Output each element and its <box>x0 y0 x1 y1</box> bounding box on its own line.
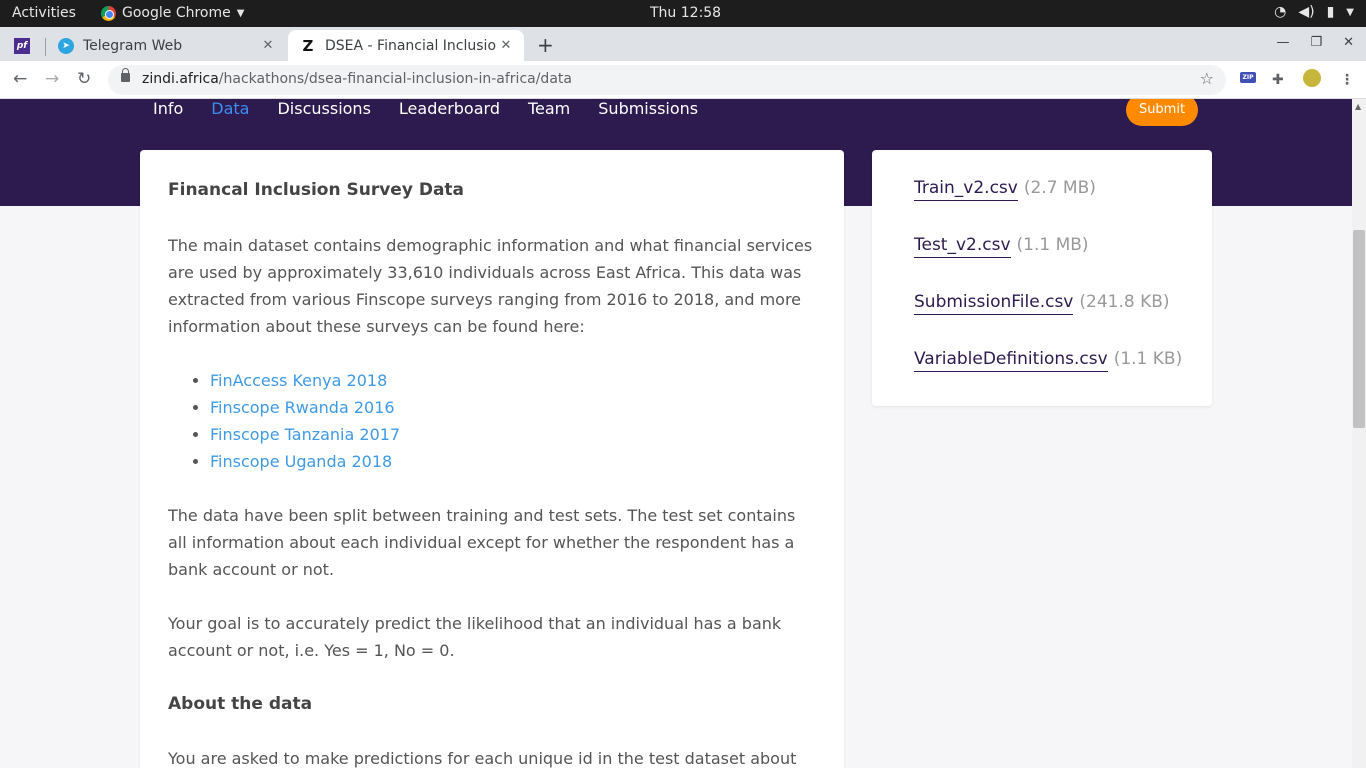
system-top-bar: Activities Google Chrome ▼ Thu 12:58 ◔ ◀… <box>0 0 1366 27</box>
lock-icon[interactable] <box>121 68 130 82</box>
file-size: (1.1 KB) <box>1113 349 1183 369</box>
address-bar[interactable]: zindi.africa/hackathons/dsea-financial-i… <box>108 65 1226 95</box>
back-icon[interactable]: ← <box>13 69 27 89</box>
tab-leaderboard[interactable]: Leaderboard <box>399 99 500 118</box>
url-text[interactable]: zindi.africa/hackathons/dsea-financial-i… <box>142 71 572 87</box>
survey-link[interactable]: Finscope Rwanda 2016 <box>210 398 395 417</box>
tab-title: DSEA - Financial Inclusion <box>325 37 496 54</box>
tab-pinned[interactable]: pf <box>14 30 42 61</box>
file-download-link[interactable]: VariableDefinitions.csv <box>914 349 1108 372</box>
forward-icon[interactable]: → <box>45 69 59 89</box>
file-row: SubmissionFile.csv (241.8 KB) <box>914 292 1170 349</box>
extensions-puzzle-icon[interactable]: ✚ <box>1272 72 1284 88</box>
close-window-icon[interactable]: ✕ <box>1343 35 1354 50</box>
tab-title: Telegram Web <box>83 37 183 54</box>
tab-dsea[interactable]: Z DSEA - Financial Inclusion ✕ <box>288 30 524 61</box>
file-row: VariableDefinitions.csv (1.1 KB) <box>914 349 1182 406</box>
close-icon[interactable]: ✕ <box>258 38 278 53</box>
tab-info[interactable]: Info <box>153 99 183 118</box>
list-item: Finscope Tanzania 2017 <box>210 421 816 448</box>
volume-icon: ◀) <box>1298 4 1315 20</box>
paragraph: Your goal is to accurately predict the l… <box>168 614 782 660</box>
paragraph: The main dataset contains demographic in… <box>168 236 813 336</box>
app-name: Google Chrome <box>122 5 231 21</box>
bookmark-star-icon[interactable]: ☆ <box>1200 69 1214 88</box>
tab-telegram[interactable]: ➤ Telegram Web ✕ <box>46 30 286 61</box>
chevron-down-icon: ▼ <box>236 7 245 19</box>
survey-links-list: FinAccess Kenya 2018 Finscope Rwanda 201… <box>210 367 816 475</box>
file-row: Train_v2.csv (2.7 MB) <box>914 178 1170 235</box>
list-item: Finscope Uganda 2018 <box>210 448 816 475</box>
file-size: (241.8 KB) <box>1079 292 1170 312</box>
new-tab-button[interactable]: + <box>537 33 554 57</box>
window-controls: — ❐ ✕ <box>1276 35 1354 50</box>
pf-icon: pf <box>14 37 30 54</box>
tab-data[interactable]: Data <box>211 99 249 118</box>
wifi-icon: ◔ <box>1274 4 1287 20</box>
restore-icon[interactable]: ❐ <box>1310 35 1322 50</box>
data-description-card: Financal Inclusion Survey Data The main … <box>140 150 844 768</box>
reload-icon[interactable]: ↻ <box>77 69 91 89</box>
tab-team[interactable]: Team <box>528 99 570 118</box>
file-size: (1.1 MB) <box>1016 235 1089 255</box>
browser-toolbar: ← → ↻ zindi.africa/hackathons/dsea-finan… <box>0 61 1366 99</box>
menu-kebab-icon[interactable]: ⋮ <box>1340 72 1354 88</box>
minimize-icon[interactable]: — <box>1276 35 1289 50</box>
file-size: (2.7 MB) <box>1023 178 1096 198</box>
about-heading: About the data <box>168 694 313 714</box>
chevron-down-icon: ▼ <box>1346 6 1354 18</box>
avatar[interactable] <box>1303 69 1321 87</box>
tab-submissions[interactable]: Submissions <box>598 99 698 118</box>
web-page: Info Data Discussions Leaderboard Team S… <box>0 99 1352 768</box>
list-item: FinAccess Kenya 2018 <box>210 367 816 394</box>
paragraph: The data have been split between trainin… <box>168 506 796 579</box>
scroll-up-icon[interactable]: ▲ <box>1355 102 1361 111</box>
survey-link[interactable]: Finscope Tanzania 2017 <box>210 425 400 444</box>
tab-strip: pf ➤ Telegram Web ✕ Z DSEA - Financial I… <box>0 27 1366 61</box>
system-tray[interactable]: ◔ ◀) ▮ ▼ <box>1274 4 1354 20</box>
tab-discussions[interactable]: Discussions <box>277 99 370 118</box>
paragraph: You are asked to make predictions for ea… <box>168 749 797 768</box>
file-download-link[interactable]: Train_v2.csv <box>914 178 1018 201</box>
survey-link[interactable]: FinAccess Kenya 2018 <box>210 371 387 390</box>
file-row: Test_v2.csv (1.1 MB) <box>914 235 1170 292</box>
zindi-icon: Z <box>302 36 314 55</box>
section-title: Financal Inclusion Survey Data <box>168 180 465 200</box>
activities-button[interactable]: Activities <box>12 5 76 21</box>
list-item: Finscope Rwanda 2016 <box>210 394 816 421</box>
telegram-icon: ➤ <box>58 37 74 54</box>
clock[interactable]: Thu 12:58 <box>650 5 721 21</box>
battery-icon: ▮ <box>1326 4 1335 20</box>
app-menu[interactable]: Google Chrome ▼ <box>101 5 244 21</box>
chrome-icon <box>101 5 116 21</box>
survey-link[interactable]: Finscope Uganda 2018 <box>210 452 392 471</box>
files-card: Train_v2.csv (2.7 MB) Test_v2.csv (1.1 MB)… <box>872 150 1212 406</box>
file-download-link[interactable]: SubmissionFile.csv <box>914 292 1074 315</box>
close-icon[interactable]: ✕ <box>496 38 516 53</box>
zip-extension-icon[interactable]: ZIP <box>1240 72 1256 83</box>
submit-button[interactable]: Submit <box>1126 99 1198 126</box>
hackathon-subnav: Info Data Discussions Leaderboard Team S… <box>153 99 726 118</box>
file-download-link[interactable]: Test_v2.csv <box>914 235 1011 258</box>
page-scrollbar[interactable]: ▲ <box>1352 99 1366 768</box>
scrollbar-thumb[interactable] <box>1353 230 1365 428</box>
